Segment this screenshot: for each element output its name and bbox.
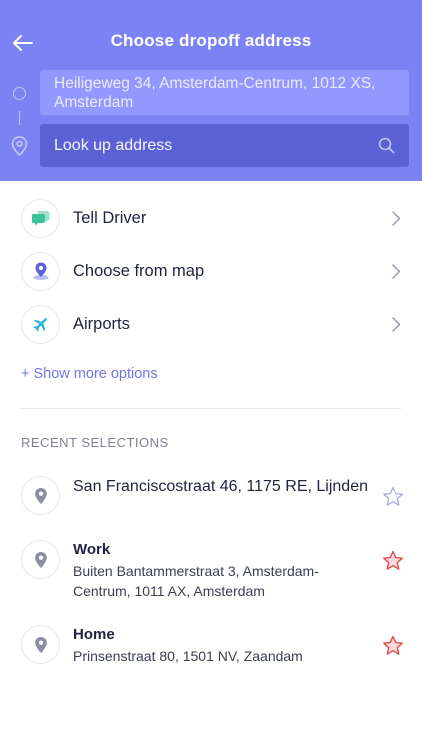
- recent-item-address: San Franciscostraat 46, 1175 RE, Lijnden: [73, 478, 368, 495]
- chevron-right-icon: [390, 263, 402, 279]
- location-pin-icon: [21, 476, 60, 515]
- recent-item-name: Work: [73, 541, 111, 558]
- option-label: Tell Driver: [73, 208, 147, 227]
- option-airports[interactable]: Airports: [0, 299, 422, 349]
- chevron-right-icon: [390, 210, 402, 226]
- divider: [21, 408, 401, 409]
- page-title: Choose dropoff address: [110, 31, 312, 50]
- search-icon[interactable]: [377, 137, 395, 155]
- option-label: Airports: [73, 314, 130, 333]
- recent-item-name: Home: [73, 626, 115, 643]
- location-pin-icon: [21, 625, 60, 664]
- recent-item[interactable]: San Franciscostraat 46, 1175 RE, Lijnden: [0, 476, 422, 522]
- pickup-address-field[interactable]: Heiligeweg 34, Amsterdam-Centrum, 1012 X…: [40, 70, 409, 115]
- origin-circle-icon: [13, 87, 26, 100]
- recent-item-address: Buiten Bantammerstraat 3, Amsterdam-Cent…: [73, 563, 319, 599]
- map-pin-icon: [21, 251, 60, 291]
- dropoff-address-field[interactable]: [40, 124, 409, 167]
- route-line: [18, 111, 20, 125]
- recent-selections-heading: RECENT SELECTIONS: [21, 435, 169, 450]
- recent-item-home[interactable]: Home Prinsenstraat 80, 1501 NV, Zaandam: [0, 625, 422, 671]
- recent-item-address: Prinsenstraat 80, 1501 NV, Zaandam: [73, 648, 303, 664]
- location-pin-icon: [21, 540, 60, 579]
- destination-pin-icon: [11, 136, 28, 156]
- pickup-address-text: Heiligeweg 34, Amsterdam-Centrum, 1012 X…: [54, 75, 376, 111]
- chat-bubbles-icon: [21, 198, 60, 238]
- recent-item-work[interactable]: Work Buiten Bantammerstraat 3, Amsterdam…: [0, 540, 422, 602]
- show-more-options-link[interactable]: + Show more options: [21, 366, 158, 382]
- dropoff-search-input[interactable]: [54, 136, 354, 155]
- chevron-right-icon: [390, 316, 402, 332]
- favorite-star-filled-icon[interactable]: [381, 633, 405, 657]
- option-tell-driver[interactable]: Tell Driver: [0, 193, 422, 243]
- airplane-icon: [21, 304, 60, 344]
- favorite-star-empty-icon[interactable]: [381, 484, 405, 508]
- header: Choose dropoff address Heiligeweg 34, Am…: [0, 0, 422, 181]
- option-choose-from-map[interactable]: Choose from map: [0, 246, 422, 296]
- option-label: Choose from map: [73, 261, 205, 280]
- favorite-star-filled-icon[interactable]: [381, 548, 405, 572]
